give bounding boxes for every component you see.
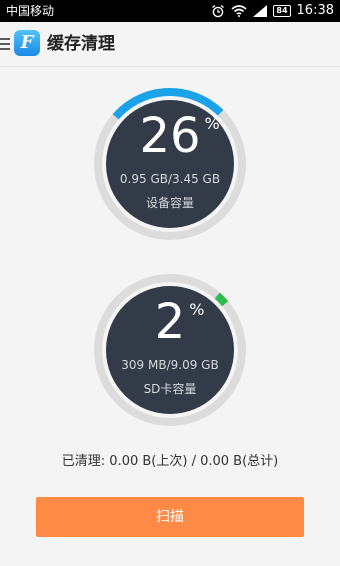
alarm-icon: [211, 4, 225, 18]
cleaned-summary: 已清理: 0.00 B(上次) / 0.00 B(总计): [61, 454, 279, 469]
device-storage-percent-value: 26: [139, 108, 201, 164]
wifi-icon: [231, 5, 247, 17]
app-logo-letter: F: [20, 32, 34, 53]
sd-storage-percent: 2%: [92, 294, 248, 350]
sd-storage-gauge: 2% 309 MB/9.09 GB SD卡容量: [92, 272, 248, 428]
sd-storage-usage: 309 MB/9.09 GB: [121, 358, 219, 372]
device-storage-label: 设备容量: [145, 196, 194, 210]
app-header: F 缓存清理: [0, 22, 340, 67]
sd-storage-percent-sign: %: [189, 300, 205, 319]
signal-icon: [253, 5, 268, 17]
device-storage-percent-sign: %: [204, 114, 220, 133]
status-icons: 84 16:38: [211, 0, 334, 22]
menu-icon[interactable]: [0, 38, 10, 50]
battery-icon: 84: [273, 5, 291, 17]
device-storage-percent: 26%: [92, 108, 248, 164]
device-storage-gauge: 26% 0.95 GB/3.45 GB 设备容量: [92, 86, 248, 242]
page-title: 缓存清理: [47, 34, 115, 54]
sd-storage-label: SD卡容量: [143, 382, 197, 396]
sd-storage-percent-value: 2: [154, 294, 186, 350]
app-logo[interactable]: F: [14, 30, 40, 56]
status-bar: 中国移动 84 16:38: [0, 0, 340, 22]
scan-button[interactable]: 扫描: [36, 497, 304, 537]
clock-time: 16:38: [296, 3, 334, 18]
carrier-name: 中国移动: [6, 4, 55, 18]
device-storage-usage: 0.95 GB/3.45 GB: [119, 172, 221, 186]
